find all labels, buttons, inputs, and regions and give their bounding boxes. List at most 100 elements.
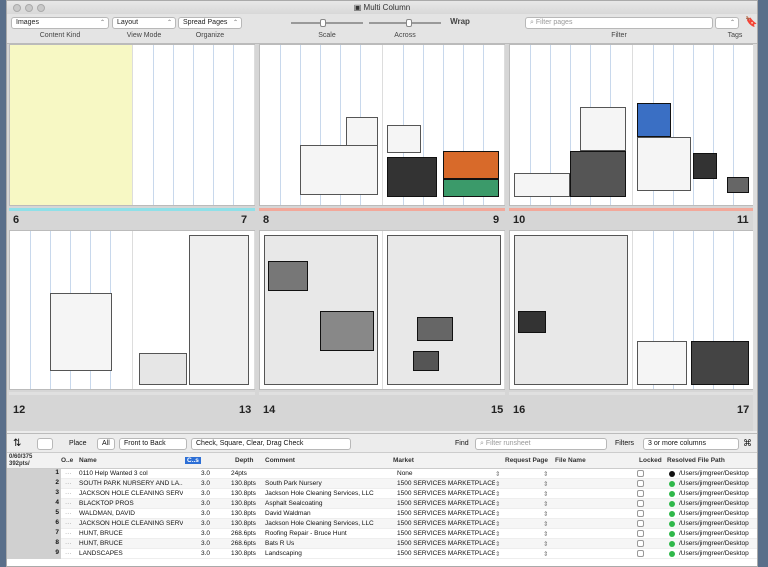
request-page-stepper-icon[interactable]: ⇕ [543,480,548,488]
scale-slider[interactable] [291,22,363,24]
filter-pages-input[interactable]: ⌕ Filter pages [525,17,713,29]
row-options-icon[interactable]: ··· [65,470,72,477]
gamepad-icon[interactable]: ⌘ [743,438,752,450]
page-7[interactable] [133,45,255,205]
table-row[interactable]: 2 ··· SOUTH PARK NURSERY AND LA... 3.0 130.8… [7,479,757,489]
filter-runsheet-input[interactable]: ⌕ Filter runsheet [475,438,607,450]
header-locked[interactable]: Locked [639,457,662,464]
header-resolved-path[interactable]: Resolved File Path [667,457,725,464]
wrap-toggle[interactable]: Wrap [445,17,475,26]
spread-10-11[interactable] [509,44,755,206]
scale-slider-knob[interactable] [320,19,327,27]
table-row[interactable]: 6 ··· JACKSON HOLE CLEANING SERV... 3.0 130.… [7,519,757,529]
request-page-stepper-icon[interactable]: ⇕ [543,540,548,548]
header-oe[interactable]: O..e [61,457,73,464]
spread-16-17[interactable] [509,230,755,390]
request-page-stepper-icon[interactable]: ⇕ [543,550,548,558]
market-stepper-icon[interactable]: ⇕ [495,540,500,548]
tags-select[interactable]: ⌃ [715,17,739,29]
spread-6-7[interactable] [9,44,255,206]
content-kind-select[interactable]: Images ⌃ [11,17,109,29]
page-canvas[interactable]: 6 7 8 9 10 11 12 13 14 15 16 17 [7,44,757,431]
market-stepper-icon[interactable]: ⇕ [495,480,500,488]
locked-checkbox[interactable] [637,540,644,547]
page-8[interactable] [260,45,383,205]
header-name[interactable]: Name [79,457,97,464]
table-row[interactable]: 7 ··· HUNT, BRUCE 3.0 268.6pts Roofing Repair… [7,529,757,539]
place-all-button[interactable]: All [97,438,115,450]
locked-checkbox[interactable] [637,530,644,537]
request-page-stepper-icon[interactable]: ⇕ [543,490,548,498]
row-market[interactable]: 1500 SERVICES MARKETPLACE [397,540,495,547]
row-options-icon[interactable]: ··· [65,510,72,517]
header-file-name[interactable]: File Name [555,457,586,464]
request-page-stepper-icon[interactable]: ⇕ [543,470,548,478]
spread-14-15[interactable] [259,230,505,390]
spread-12-13[interactable] [9,230,255,390]
row-market[interactable]: None [397,470,495,477]
row-market[interactable]: 1500 SERVICES MARKETPLACE [397,480,495,487]
table-row[interactable]: 5 ··· WALDMAN, DAVID 3.0 130.8pts David Waldm… [7,509,757,519]
table-row[interactable]: 3 ··· JACKSON HOLE CLEANING SERV... 3.0 130.… [7,489,757,499]
panel-toggle-icon[interactable] [37,438,53,450]
locked-checkbox[interactable] [637,470,644,477]
header-depth[interactable]: Depth [235,457,253,464]
row-market[interactable]: 1500 SERVICES MARKETPLACE [397,490,495,497]
row-market[interactable]: 1500 SERVICES MARKETPLACE [397,530,495,537]
table-row[interactable]: 1 ··· 0110 Help Wanted 3 col 3.0 24pts None ⇕ ⇕… [7,469,757,479]
row-options-icon[interactable]: ··· [65,490,72,497]
locked-checkbox[interactable] [637,480,644,487]
table-row[interactable]: 4 ··· BLACKTOP PROS 3.0 130.8pts Asphalt Seal… [7,499,757,509]
row-market[interactable]: 1500 SERVICES MARKETPLACE [397,500,495,507]
page-10[interactable] [510,45,633,205]
market-stepper-icon[interactable]: ⇕ [495,490,500,498]
across-slider-knob[interactable] [405,19,412,27]
request-page-stepper-icon[interactable]: ⇕ [543,500,548,508]
page-17[interactable] [633,231,755,389]
organize-select[interactable]: Spread Pages ⌃ [178,17,242,29]
row-options-icon[interactable]: ··· [65,550,72,557]
page-6[interactable] [10,45,133,205]
page-15[interactable] [383,231,505,389]
header-comment[interactable]: Comment [265,457,295,464]
canvas-scrollbar[interactable] [753,44,757,431]
locked-checkbox[interactable] [637,500,644,507]
market-stepper-icon[interactable]: ⇕ [495,520,500,528]
filters-select[interactable]: 3 or more columns [643,438,739,450]
sort-icon[interactable]: ⇅ [13,438,21,450]
market-stepper-icon[interactable]: ⇕ [495,530,500,538]
page-14[interactable] [260,231,383,389]
row-options-icon[interactable]: ··· [65,530,72,537]
request-page-stepper-icon[interactable]: ⇕ [543,510,548,518]
market-stepper-icon[interactable]: ⇕ [495,500,500,508]
bookmark-icon[interactable]: 🔖 [745,17,757,28]
header-cols[interactable]: C..s [185,457,201,464]
table-row[interactable]: 8 ··· HUNT, BRUCE 3.0 268.6pts Bats R Us 1500 … [7,539,757,549]
spread-8-9[interactable] [259,44,505,206]
row-options-icon[interactable]: ··· [65,520,72,527]
header-request-page[interactable]: Request Page [505,457,548,464]
order-select[interactable]: Front to Back [119,438,187,450]
locked-checkbox[interactable] [637,550,644,557]
market-stepper-icon[interactable]: ⇕ [495,550,500,558]
page-9[interactable] [383,45,505,205]
page-11[interactable] [633,45,755,205]
locked-checkbox[interactable] [637,520,644,527]
row-options-icon[interactable]: ··· [65,540,72,547]
market-stepper-icon[interactable]: ⇕ [495,470,500,478]
row-options-icon[interactable]: ··· [65,500,72,507]
row-options-icon[interactable]: ··· [65,480,72,487]
request-page-stepper-icon[interactable]: ⇕ [543,530,548,538]
check-mode-select[interactable]: Check, Square, Clear, Drag Check [191,438,351,450]
market-stepper-icon[interactable]: ⇕ [495,510,500,518]
row-market[interactable]: 1500 SERVICES MARKETPLACE [397,550,495,557]
row-market[interactable]: 1500 SERVICES MARKETPLACE [397,510,495,517]
locked-checkbox[interactable] [637,490,644,497]
request-page-stepper-icon[interactable]: ⇕ [543,520,548,528]
table-row[interactable]: 9 ··· LANDSCAPES 3.0 130.8pts Landscaping 1500… [7,549,757,559]
page-16[interactable] [510,231,633,389]
view-mode-select[interactable]: Layout ⌃ [112,17,176,29]
page-13[interactable] [133,231,255,389]
row-market[interactable]: 1500 SERVICES MARKETPLACE [397,520,495,527]
locked-checkbox[interactable] [637,510,644,517]
